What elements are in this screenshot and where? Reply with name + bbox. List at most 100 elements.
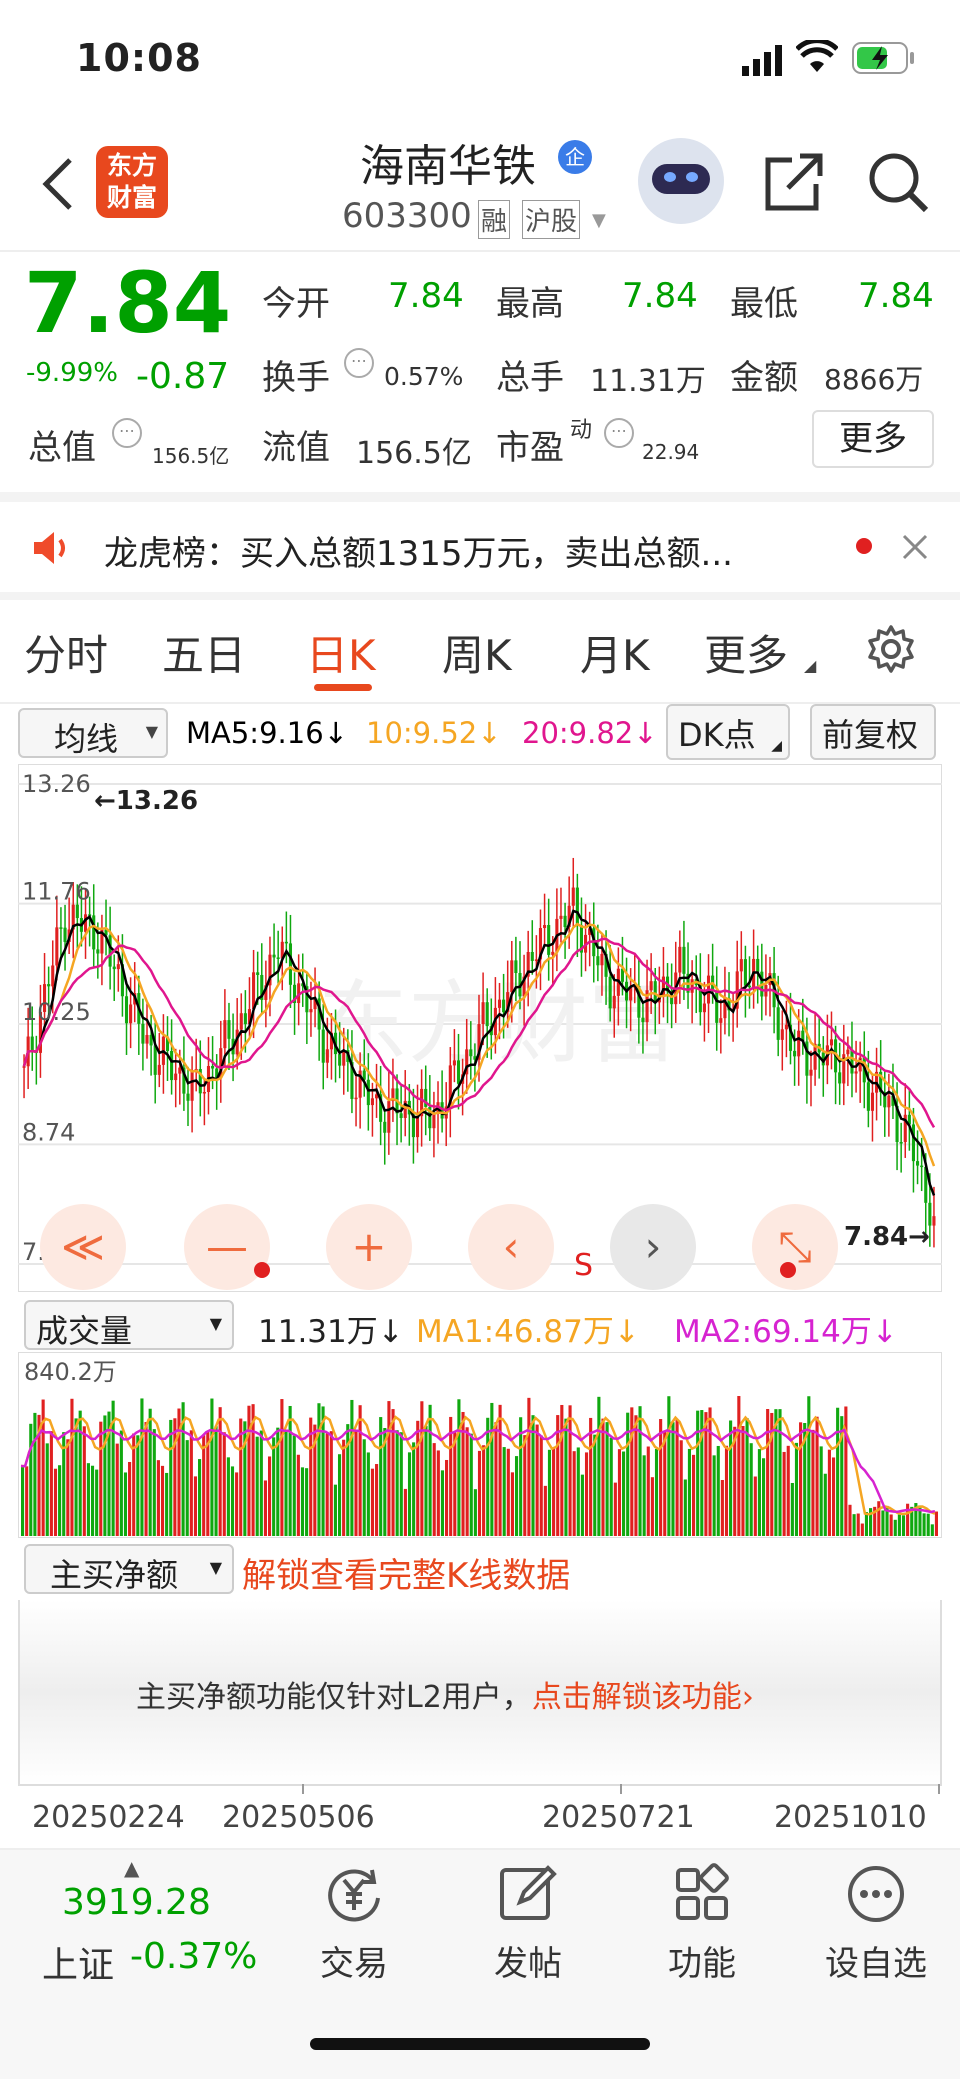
net-buy-locked-panel: 主买净额功能仅针对L2用户，点击解锁该功能› bbox=[18, 1600, 942, 1784]
volume-bar bbox=[78, 1410, 82, 1536]
volume-bar bbox=[696, 1410, 700, 1536]
index-name[interactable]: 上证 bbox=[42, 1936, 114, 1988]
nav-functions[interactable]: 功能 bbox=[622, 1862, 782, 1985]
candle-body bbox=[415, 1116, 420, 1138]
app-logo[interactable]: 东方 财富 bbox=[96, 146, 168, 218]
volume-bar bbox=[671, 1422, 675, 1536]
volume-bar bbox=[473, 1489, 477, 1536]
volume-bar bbox=[597, 1396, 601, 1536]
volume-bar bbox=[922, 1513, 926, 1536]
nav-post[interactable]: 发帖 bbox=[448, 1862, 608, 1985]
market-tag[interactable]: 沪股 bbox=[522, 200, 581, 239]
volume-bar bbox=[523, 1435, 527, 1536]
zoom-in-button[interactable]: + bbox=[326, 1204, 412, 1290]
volume-bar bbox=[609, 1437, 613, 1536]
volume-select[interactable]: 成交量 ▼ bbox=[24, 1300, 234, 1350]
volume-bar bbox=[926, 1513, 930, 1536]
volume-bar bbox=[786, 1445, 790, 1536]
net-buy-select[interactable]: 主买净额 ▼ bbox=[24, 1544, 234, 1594]
settings-gear-icon[interactable] bbox=[866, 624, 916, 674]
index-change[interactable]: -0.37% bbox=[130, 1936, 257, 1977]
info-icon[interactable]: ⋯ bbox=[112, 418, 142, 448]
volume-bar bbox=[819, 1446, 823, 1536]
candle-body bbox=[600, 953, 604, 966]
tab-daily-k[interactable]: 日K bbox=[306, 622, 376, 683]
ma5-value: MA5:9.16↓ bbox=[186, 716, 348, 750]
tab-weekly-k[interactable]: 周K bbox=[442, 622, 512, 683]
volume-bar bbox=[436, 1450, 440, 1536]
volume-ma1: MA1:46.87万↓ bbox=[416, 1314, 640, 1350]
candle-body bbox=[96, 949, 100, 954]
volume-bar bbox=[580, 1474, 584, 1536]
volume-bar bbox=[358, 1405, 362, 1536]
volume-bar bbox=[683, 1479, 687, 1536]
dk-point-button[interactable]: DK点 ◢ bbox=[666, 704, 790, 760]
volume-bar bbox=[535, 1424, 539, 1536]
nav-watchlist[interactable]: 设自选 bbox=[796, 1862, 956, 1985]
candle-body bbox=[387, 1101, 391, 1133]
volume-bar bbox=[58, 1465, 62, 1536]
volume-bar bbox=[494, 1422, 498, 1536]
indicator-select[interactable]: 均线 ▼ bbox=[18, 708, 168, 758]
zoom-out-button[interactable]: — bbox=[184, 1204, 270, 1290]
dragon-tiger-notice[interactable]: 龙虎榜：买入总额1315万元，卖出总额... bbox=[0, 502, 960, 592]
candle-body bbox=[481, 1002, 485, 1025]
info-icon[interactable]: ⋯ bbox=[344, 348, 374, 378]
volume-bar bbox=[362, 1439, 366, 1536]
tab-more[interactable]: 更多 bbox=[704, 622, 788, 683]
volume-bar bbox=[852, 1514, 856, 1536]
volume-bar bbox=[288, 1405, 292, 1536]
unlock-feature-link[interactable]: 点击解锁该功能 bbox=[532, 1680, 742, 1715]
y-axis-label: 11.76 bbox=[22, 878, 91, 906]
volume-bar bbox=[794, 1442, 799, 1536]
assistant-robot-icon[interactable] bbox=[638, 138, 724, 224]
index-value[interactable]: 3919.28 bbox=[62, 1882, 211, 1923]
info-icon[interactable]: ⋯ bbox=[604, 418, 634, 448]
volume-bar bbox=[214, 1425, 218, 1536]
share-icon[interactable] bbox=[762, 150, 826, 214]
candle-body bbox=[829, 1039, 834, 1046]
open-value: 7.84 bbox=[388, 276, 464, 316]
enterprise-badge: 企 bbox=[558, 140, 592, 174]
battery-icon bbox=[852, 42, 914, 74]
chevron-right-icon: › bbox=[741, 1680, 754, 1715]
candle-body bbox=[145, 1034, 149, 1044]
tab-monthly-k[interactable]: 月K bbox=[580, 622, 650, 683]
volume-bar bbox=[49, 1431, 53, 1536]
back-icon[interactable] bbox=[40, 156, 74, 212]
adjust-button[interactable]: 前复权 bbox=[810, 704, 936, 760]
logo-text-1: 东方 bbox=[106, 151, 157, 180]
unlock-kline-link[interactable]: 解锁查看完整K线数据 bbox=[242, 1548, 570, 1597]
expand-button[interactable]: ⤡ bbox=[752, 1204, 838, 1290]
candle-body bbox=[932, 1216, 936, 1226]
tab-five-day[interactable]: 五日 bbox=[162, 622, 246, 683]
more-button[interactable]: 更多 bbox=[812, 410, 934, 468]
close-icon[interactable] bbox=[902, 534, 928, 560]
low-value: 7.84 bbox=[858, 276, 934, 316]
volume-bar bbox=[317, 1403, 321, 1536]
volume-bar bbox=[502, 1447, 506, 1536]
collapse-up-icon[interactable]: ▲ bbox=[124, 1856, 139, 1880]
candle-body bbox=[276, 957, 280, 959]
rewind-button[interactable]: ≪ bbox=[40, 1204, 126, 1290]
next-button[interactable]: › bbox=[610, 1204, 696, 1290]
more-caret-icon: ◢ bbox=[804, 656, 817, 675]
volume-chart[interactable]: 840.2万 bbox=[18, 1352, 942, 1538]
volume-bar bbox=[407, 1452, 412, 1536]
nav-trade[interactable]: 交易 bbox=[274, 1862, 434, 1985]
float-cap-value: 156.5亿 bbox=[356, 436, 472, 471]
change-percent: -9.99% bbox=[26, 358, 118, 388]
volume-bar bbox=[708, 1407, 712, 1536]
candle-body bbox=[514, 960, 518, 974]
previous-button[interactable]: ‹ bbox=[468, 1204, 554, 1290]
candle-body bbox=[452, 1060, 456, 1066]
volume-bar bbox=[741, 1425, 745, 1536]
volume-bar bbox=[226, 1457, 230, 1536]
volume-bar bbox=[897, 1514, 901, 1536]
signal-icon bbox=[742, 45, 782, 76]
stock-code: 603300 bbox=[342, 196, 472, 236]
volume-bar bbox=[622, 1451, 626, 1536]
search-icon[interactable] bbox=[866, 150, 932, 216]
status-bar: 10:08 bbox=[0, 0, 960, 120]
tab-intraday[interactable]: 分时 bbox=[24, 622, 108, 683]
